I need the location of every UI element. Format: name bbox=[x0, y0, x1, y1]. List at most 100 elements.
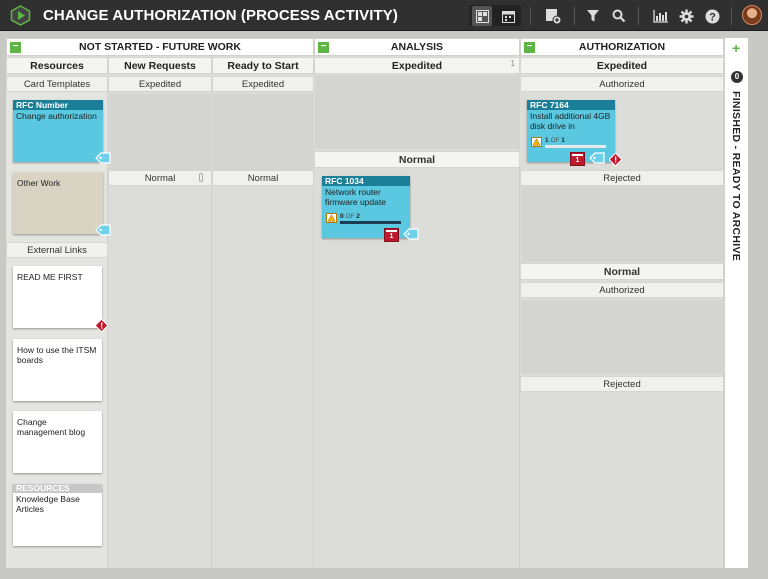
calendar-count: 1 bbox=[575, 157, 580, 164]
lane-authorization-normal[interactable]: Normal bbox=[520, 263, 724, 280]
card-title: How to use the ITSM boards bbox=[17, 345, 97, 365]
warning-icon bbox=[531, 137, 542, 147]
lane-new-requests-expedited[interactable]: Expedited bbox=[108, 76, 212, 92]
toolbar-divider bbox=[530, 7, 531, 25]
lane-not-started[interactable]: − NOT STARTED - FUTURE WORK bbox=[6, 38, 314, 56]
add-card-icon[interactable] bbox=[543, 6, 563, 26]
lane-title: NOT STARTED - FUTURE WORK bbox=[79, 41, 241, 53]
lane-resources[interactable]: Resources bbox=[6, 57, 108, 74]
lane-ready-to-start[interactable]: Ready to Start bbox=[212, 57, 314, 74]
toolbar-divider bbox=[638, 7, 639, 25]
user-avatar[interactable] bbox=[742, 5, 762, 25]
search-icon[interactable] bbox=[609, 6, 629, 26]
card-id: RFC 1034 bbox=[322, 176, 410, 186]
lane-analysis[interactable]: − ANALYSIS bbox=[314, 38, 520, 56]
lane-title: Expedited bbox=[391, 59, 443, 72]
top-bar: CHANGE AUTHORIZATION (PROCESS ACTIVITY) … bbox=[0, 0, 768, 31]
lane-authorization[interactable]: − AUTHORIZATION bbox=[520, 38, 724, 56]
lane-authorized-normal[interactable]: Authorized bbox=[520, 282, 724, 298]
tasks-done: 0 bbox=[340, 213, 344, 220]
tasks-of: OF bbox=[550, 137, 560, 144]
card-title: Change management blog bbox=[17, 417, 86, 437]
card-title: Network router firmware update bbox=[325, 187, 386, 207]
card-title: READ ME FIRST bbox=[17, 272, 83, 282]
due-date-calendar-icon[interactable]: 1 bbox=[570, 152, 585, 166]
authorization-normal-authorized-cell bbox=[521, 300, 724, 374]
lane-ready-to-start-expedited[interactable]: Expedited bbox=[212, 76, 314, 92]
analysis-column bbox=[314, 76, 520, 568]
ready-to-start-expedited-cell bbox=[213, 94, 314, 170]
task-progress-fill bbox=[545, 145, 606, 148]
resource-card-kb[interactable]: RESOURCES Knowledge Base Articles bbox=[13, 484, 102, 546]
link-card-blog[interactable]: Change management blog bbox=[13, 411, 102, 473]
card-rfc-7164[interactable]: RFC 7164 Install additional 4GB disk dri… bbox=[527, 100, 622, 166]
card-rfc-1034[interactable]: RFC 1034 Network router firmware update … bbox=[322, 176, 419, 242]
card-title: Install additional 4GB disk drive in bbox=[530, 111, 611, 131]
lane-finished[interactable]: + 0 FINISHED - READY TO ARCHIVE bbox=[724, 38, 748, 568]
warning-icon bbox=[326, 213, 337, 223]
tasks-total: 1 bbox=[561, 137, 565, 144]
lane-external-links[interactable]: External Links bbox=[6, 242, 108, 258]
lane-authorization-expedited[interactable]: Expedited bbox=[520, 57, 724, 74]
card-title: Change authorization bbox=[16, 111, 97, 121]
card-template-other-work[interactable]: Other Work bbox=[13, 172, 111, 236]
lane-title: ANALYSIS bbox=[390, 41, 444, 53]
link-card-read-me[interactable]: READ ME FIRST bbox=[13, 266, 108, 332]
calendar-count: 1 bbox=[389, 233, 394, 240]
task-progress: 0 OF 2 bbox=[340, 213, 360, 220]
analysis-expedited-cell bbox=[315, 75, 520, 149]
help-icon[interactable]: ? bbox=[702, 6, 722, 26]
card-id: RFC 7164 bbox=[527, 100, 615, 110]
due-date-calendar-icon[interactable]: 1 bbox=[384, 228, 399, 242]
lane-analysis-expedited[interactable]: Expedited 1 bbox=[314, 57, 520, 74]
lane-authorized[interactable]: Authorized bbox=[520, 76, 724, 92]
blocked-alert-icon[interactable] bbox=[95, 319, 108, 332]
lane-title: AUTHORIZATION bbox=[578, 41, 666, 53]
svg-text:?: ? bbox=[709, 11, 716, 23]
toolbar-divider bbox=[731, 7, 732, 25]
card-template-rfc[interactable]: RFC Number Change authorization bbox=[13, 100, 111, 164]
card-title: Other Work bbox=[17, 178, 61, 188]
lane-new-requests-normal[interactable]: Normal bbox=[108, 170, 212, 186]
card-id: RFC Number bbox=[13, 100, 103, 110]
filter-icon[interactable] bbox=[583, 6, 603, 26]
settings-icon[interactable] bbox=[676, 6, 696, 26]
card-title: Knowledge Base Articles bbox=[16, 494, 80, 514]
calendar-view-icon[interactable] bbox=[498, 6, 518, 26]
blocked-alert-icon[interactable] bbox=[609, 153, 622, 166]
lane-ready-to-start-normal[interactable]: Normal bbox=[212, 170, 314, 186]
app-logo-icon[interactable] bbox=[10, 5, 31, 26]
add-lane-icon[interactable]: + bbox=[732, 41, 740, 55]
card-count-badge: 0 bbox=[731, 71, 743, 83]
tasks-of: OF bbox=[345, 213, 355, 220]
lane-card-templates[interactable]: Card Templates bbox=[6, 76, 108, 92]
tag-icon[interactable] bbox=[95, 224, 111, 236]
lane-rejected-normal[interactable]: Rejected bbox=[520, 376, 724, 392]
task-progress-bar bbox=[340, 221, 401, 224]
lane-rejected[interactable]: Rejected bbox=[520, 170, 724, 186]
tag-icon[interactable] bbox=[403, 228, 419, 240]
wip-limit-icon bbox=[199, 173, 203, 182]
lane-title: FINISHED - READY TO ARCHIVE bbox=[730, 91, 742, 262]
tasks-done: 1 bbox=[545, 137, 549, 144]
link-card-how-to[interactable]: How to use the ITSM boards bbox=[13, 339, 102, 401]
card-count: 1 bbox=[510, 59, 515, 68]
kanban-board: − NOT STARTED - FUTURE WORK − ANALYSIS −… bbox=[6, 38, 748, 568]
collapse-lane-icon[interactable]: − bbox=[524, 42, 535, 53]
card-type-label: RESOURCES bbox=[13, 484, 102, 493]
lane-analysis-normal[interactable]: Normal bbox=[314, 151, 520, 168]
tag-icon[interactable] bbox=[589, 152, 605, 164]
lane-new-requests[interactable]: New Requests bbox=[108, 57, 212, 74]
new-requests-expedited-cell bbox=[109, 94, 212, 170]
analytics-icon[interactable] bbox=[650, 6, 670, 26]
toolbar-divider bbox=[574, 7, 575, 25]
lane-title: Normal bbox=[144, 172, 176, 184]
task-progress-bar bbox=[545, 145, 606, 148]
tasks-total: 2 bbox=[356, 213, 360, 220]
tag-icon[interactable] bbox=[95, 152, 111, 164]
collapse-lane-icon[interactable]: − bbox=[318, 42, 329, 53]
collapse-lane-icon[interactable]: − bbox=[10, 42, 21, 53]
task-progress: 1 OF 1 bbox=[545, 137, 565, 144]
authorization-rejected-cell bbox=[521, 186, 724, 262]
board-view-icon[interactable] bbox=[472, 6, 492, 26]
